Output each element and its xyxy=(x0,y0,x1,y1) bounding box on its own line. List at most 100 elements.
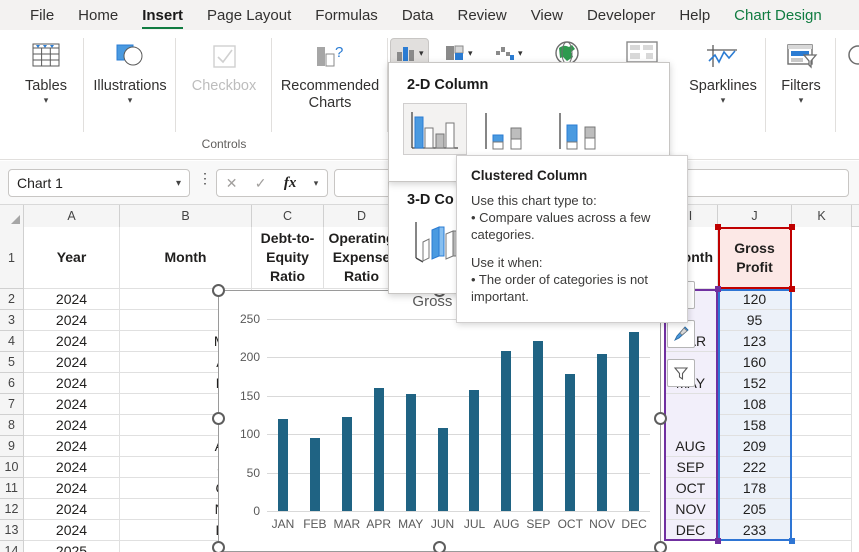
enter-icon[interactable]: ✓ xyxy=(255,175,267,192)
row-header-14[interactable]: 14 xyxy=(0,541,24,552)
checkbox-button[interactable]: Checkbox xyxy=(176,30,272,95)
cell-a3[interactable]: 2024 xyxy=(24,310,120,331)
chart-bar[interactable] xyxy=(501,351,511,512)
filters-button[interactable]: Filters ▾ xyxy=(766,30,836,105)
chevron-down-icon[interactable]: ▾ xyxy=(518,48,523,59)
cell-j11[interactable]: 178 xyxy=(718,478,792,499)
row-header-3[interactable]: 3 xyxy=(0,310,24,331)
chevron-down-icon[interactable]: ▾ xyxy=(128,96,133,105)
cell-k4[interactable] xyxy=(792,331,852,352)
cell-j5[interactable]: 160 xyxy=(718,352,792,373)
cell-a4[interactable]: 2024 xyxy=(24,331,120,352)
chart-bar-column[interactable] xyxy=(522,319,554,511)
cell-j7[interactable]: 108 xyxy=(718,394,792,415)
cell-k10[interactable] xyxy=(792,457,852,478)
chart-bar[interactable] xyxy=(406,394,416,511)
cell-a2[interactable]: 2024 xyxy=(24,289,120,310)
cell-j2[interactable]: 120 xyxy=(718,289,792,310)
tab-page-layout[interactable]: Page Layout xyxy=(195,1,303,29)
cell-j4[interactable]: 123 xyxy=(718,331,792,352)
tab-formulas[interactable]: Formulas xyxy=(303,1,390,29)
chart-bar[interactable] xyxy=(629,332,639,511)
gallery-item-clustered-column[interactable] xyxy=(403,103,467,155)
cell-a12[interactable]: 2024 xyxy=(24,499,120,520)
name-box-options-icon[interactable]: ⋮ xyxy=(198,174,212,183)
chart-bar-column[interactable] xyxy=(267,319,299,511)
cell-a11[interactable]: 2024 xyxy=(24,478,120,499)
chart-bar-column[interactable] xyxy=(363,319,395,511)
chart-bar-column[interactable] xyxy=(554,319,586,511)
cell-k12[interactable] xyxy=(792,499,852,520)
cell-a14[interactable]: 2025 xyxy=(24,541,120,552)
chevron-down-icon[interactable]: ▾ xyxy=(468,48,473,59)
cell-k13[interactable] xyxy=(792,520,852,541)
tables-button[interactable]: Tables ▾ xyxy=(8,30,84,105)
selection-handle-tr[interactable] xyxy=(789,224,795,230)
chart-bar-column[interactable] xyxy=(427,319,459,511)
select-all-corner[interactable] xyxy=(0,205,24,227)
cell-a10[interactable]: 2024 xyxy=(24,457,120,478)
row-header-7[interactable]: 7 xyxy=(0,394,24,415)
chart-bar[interactable] xyxy=(310,438,320,511)
tab-file[interactable]: File xyxy=(18,1,66,29)
insert-function-icon[interactable]: fx xyxy=(284,175,297,192)
cell-c1[interactable]: Debt-to- Equity Ratio xyxy=(252,227,324,289)
chart-bar[interactable] xyxy=(597,354,607,511)
chevron-down-icon[interactable]: ▾ xyxy=(44,96,49,105)
tab-insert[interactable]: Insert xyxy=(130,1,195,29)
gallery-item-100-stacked-column[interactable] xyxy=(551,103,615,155)
row-header-11[interactable]: 11 xyxy=(0,478,24,499)
chart-bar-column[interactable] xyxy=(459,319,491,511)
column-header-b[interactable]: B xyxy=(120,205,252,227)
chart-bar[interactable] xyxy=(438,428,448,511)
cell-k11[interactable] xyxy=(792,478,852,499)
cell-j13[interactable]: 233 xyxy=(718,520,792,541)
cell-a1[interactable]: Year xyxy=(24,227,120,289)
chart-handle-top-left[interactable] xyxy=(212,284,225,297)
row-header-5[interactable]: 5 xyxy=(0,352,24,373)
chart-filters-button[interactable] xyxy=(667,359,695,387)
cell-j9[interactable]: 209 xyxy=(718,436,792,457)
tab-developer[interactable]: Developer xyxy=(575,1,667,29)
selection-handle-ml[interactable] xyxy=(715,286,721,292)
row-header-12[interactable]: 12 xyxy=(0,499,24,520)
row-header-13[interactable]: 13 xyxy=(0,520,24,541)
illustrations-button[interactable]: Illustrations ▾ xyxy=(84,30,176,105)
chart-object[interactable]: Gross P 250 200 150 100 50 0 JANFEBMARAP… xyxy=(218,290,661,552)
chart-bar-column[interactable] xyxy=(618,319,650,511)
cell-k7[interactable] xyxy=(792,394,852,415)
selection-handle-br[interactable] xyxy=(789,538,795,544)
chart-bar-column[interactable] xyxy=(299,319,331,511)
sparklines-button[interactable]: Sparklines ▾ xyxy=(680,30,766,105)
chart-handle-middle-left[interactable] xyxy=(212,412,225,425)
chart-handle-bottom-left[interactable] xyxy=(212,541,225,552)
chart-bar[interactable] xyxy=(278,419,288,511)
row-header-9[interactable]: 9 xyxy=(0,436,24,457)
tab-chart-design[interactable]: Chart Design xyxy=(722,1,834,29)
chart-bar[interactable] xyxy=(565,374,575,511)
more-charts-button[interactable] xyxy=(843,40,859,70)
chevron-down-icon[interactable]: ▾ xyxy=(419,48,424,59)
cell-a13[interactable]: 2024 xyxy=(24,520,120,541)
cell-i10[interactable]: SEP xyxy=(664,457,718,478)
cell-a8[interactable]: 2024 xyxy=(24,415,120,436)
cell-i12[interactable]: NOV xyxy=(664,499,718,520)
selection-handle-tl[interactable] xyxy=(715,224,721,230)
cell-j8[interactable]: 158 xyxy=(718,415,792,436)
row-header-6[interactable]: 6 xyxy=(0,373,24,394)
cell-j6[interactable]: 152 xyxy=(718,373,792,394)
cell-a7[interactable]: 2024 xyxy=(24,394,120,415)
column-header-a[interactable]: A xyxy=(24,205,120,227)
chevron-down-icon[interactable]: ▾ xyxy=(721,96,726,105)
column-header-c[interactable]: C xyxy=(252,205,324,227)
cell-k3[interactable] xyxy=(792,310,852,331)
tab-help[interactable]: Help xyxy=(667,1,722,29)
chart-bar-column[interactable] xyxy=(395,319,427,511)
chevron-down-icon[interactable]: ▾ xyxy=(314,178,319,189)
recommended-charts-button[interactable]: ? Recommended Charts xyxy=(272,30,388,112)
chart-handle-bottom-right[interactable] xyxy=(654,541,667,552)
cell-k8[interactable] xyxy=(792,415,852,436)
row-header-8[interactable]: 8 xyxy=(0,415,24,436)
cell-b1[interactable]: Month xyxy=(120,227,252,289)
chart-styles-button[interactable] xyxy=(667,320,695,348)
